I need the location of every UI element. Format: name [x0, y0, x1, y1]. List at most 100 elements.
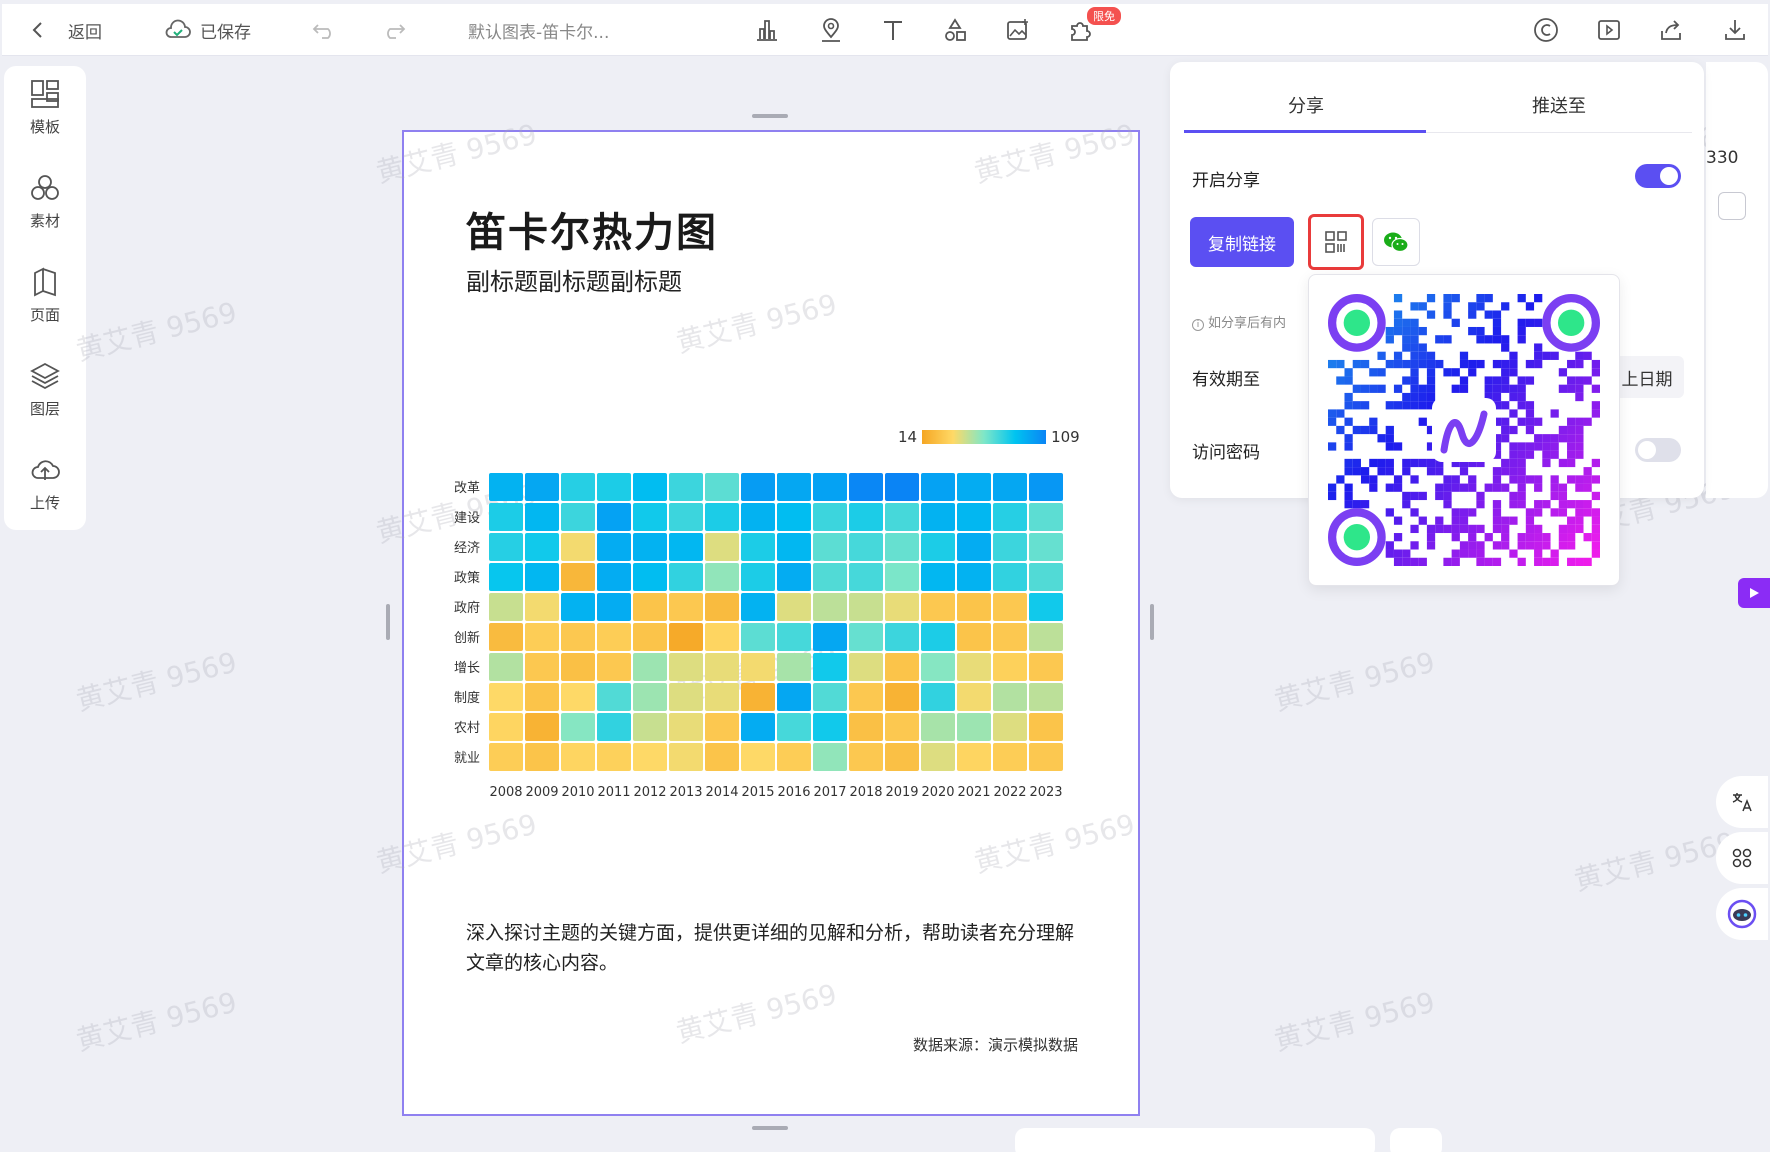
heatmap-cell[interactable] [525, 743, 559, 771]
heatmap-cell[interactable] [489, 593, 523, 621]
heatmap-cell[interactable] [561, 563, 595, 591]
heatmap-cell[interactable] [813, 713, 847, 741]
heatmap-cell[interactable] [993, 563, 1027, 591]
heatmap-cell[interactable] [993, 653, 1027, 681]
side-promo-button[interactable] [1738, 578, 1770, 608]
heatmap-cell[interactable] [993, 683, 1027, 711]
heatmap-cell[interactable] [849, 653, 883, 681]
heatmap-cell[interactable] [561, 473, 595, 501]
heatmap-cell[interactable] [813, 683, 847, 711]
heatmap-cell[interactable] [777, 593, 811, 621]
back-button[interactable]: 返回 [30, 4, 102, 56]
heatmap-cell[interactable] [597, 743, 631, 771]
heatmap-cell[interactable] [885, 743, 919, 771]
expire-date-select[interactable]: 上日期 [1610, 356, 1684, 398]
heatmap-cell[interactable] [921, 653, 955, 681]
heatmap-cell[interactable] [741, 683, 775, 711]
heatmap-cell[interactable] [957, 653, 991, 681]
heatmap-cell[interactable] [705, 683, 739, 711]
heatmap-cell[interactable] [993, 503, 1027, 531]
heatmap-cell[interactable] [669, 623, 703, 651]
heatmap-cell[interactable] [489, 503, 523, 531]
heatmap-cell[interactable] [813, 743, 847, 771]
heatmap-cell[interactable] [525, 713, 559, 741]
resize-handle-top[interactable] [752, 114, 788, 118]
heatmap-cell[interactable] [561, 623, 595, 651]
heatmap-cell[interactable] [1029, 713, 1063, 741]
heatmap-cell[interactable] [1029, 623, 1063, 651]
chart-description[interactable]: 深入探讨主题的关键方面，提供更详细的见解和分析，帮助读者充分理解文章的核心内容。 [466, 918, 1086, 978]
heatmap-cell[interactable] [561, 503, 595, 531]
qr-code-button[interactable] [1308, 214, 1364, 270]
heatmap-cell[interactable] [633, 743, 667, 771]
heatmap-cell[interactable] [561, 713, 595, 741]
heatmap-cell[interactable] [597, 713, 631, 741]
heatmap-cell[interactable] [813, 533, 847, 561]
heatmap-cell[interactable] [777, 653, 811, 681]
heatmap-cell[interactable] [1029, 563, 1063, 591]
data-source[interactable]: 数据来源：演示模拟数据 [913, 1034, 1078, 1055]
sidebar-item-template[interactable]: 模板 [4, 78, 86, 137]
heatmap-cell[interactable] [885, 713, 919, 741]
translate-button[interactable] [1716, 776, 1768, 828]
heatmap-cell[interactable] [669, 533, 703, 561]
heatmap-cell[interactable] [849, 533, 883, 561]
heatmap-cell[interactable] [633, 683, 667, 711]
heatmap-cell[interactable] [669, 653, 703, 681]
heatmap-cell[interactable] [885, 473, 919, 501]
heatmap-cell[interactable] [597, 653, 631, 681]
heatmap-cell[interactable] [741, 623, 775, 651]
heatmap-cell[interactable] [921, 473, 955, 501]
heatmap-cell[interactable] [561, 593, 595, 621]
heatmap-cell[interactable] [669, 563, 703, 591]
heatmap-cell[interactable] [741, 533, 775, 561]
heatmap-cell[interactable] [957, 593, 991, 621]
heatmap-cell[interactable] [597, 683, 631, 711]
heatmap-cell[interactable] [633, 473, 667, 501]
heatmap-cell[interactable] [849, 713, 883, 741]
image-tool-button[interactable] [1005, 4, 1031, 56]
heatmap-cell[interactable] [885, 653, 919, 681]
heatmap-cell[interactable] [561, 743, 595, 771]
heatmap-cell[interactable] [885, 533, 919, 561]
document-title[interactable]: 默认图表-笛卡尔... [468, 4, 609, 56]
heatmap-cell[interactable] [741, 473, 775, 501]
heatmap-cell[interactable] [741, 653, 775, 681]
heatmap-cell[interactable] [885, 683, 919, 711]
heatmap-cell[interactable] [1029, 593, 1063, 621]
heatmap-cell[interactable] [489, 623, 523, 651]
sidebar-item-layers[interactable]: 图层 [4, 360, 86, 419]
heatmap-cell[interactable] [741, 503, 775, 531]
heatmap-cell[interactable] [777, 713, 811, 741]
resize-handle-bottom[interactable] [752, 1126, 788, 1130]
undo-button[interactable] [312, 4, 338, 56]
chart-tool-button[interactable] [754, 4, 780, 56]
heatmap-cell[interactable] [741, 713, 775, 741]
sidebar-item-page[interactable]: 页面 [4, 266, 86, 325]
chart-title[interactable]: 笛卡尔热力图 [466, 200, 718, 258]
heatmap-cell[interactable] [921, 713, 955, 741]
password-toggle[interactable] [1635, 438, 1681, 462]
heatmap-cell[interactable] [921, 563, 955, 591]
sidebar-item-assets[interactable]: 素材 [4, 172, 86, 231]
heatmap-cell[interactable] [597, 533, 631, 561]
heatmap-cell[interactable] [993, 713, 1027, 741]
heatmap-cell[interactable] [777, 623, 811, 651]
share-button[interactable] [1658, 4, 1684, 56]
heatmap-cell[interactable] [921, 593, 955, 621]
heatmap-cell[interactable] [813, 563, 847, 591]
heatmap-cell[interactable] [669, 503, 703, 531]
canvas-page[interactable]: 黄艾青 9569 黄艾青 9569 黄艾青 9569 黄艾青 9569 黄艾青 … [373, 118, 1140, 1116]
heatmap-cell[interactable] [1029, 473, 1063, 501]
heatmap-cell[interactable] [921, 533, 955, 561]
property-checkbox[interactable] [1718, 192, 1746, 220]
heatmap-cell[interactable] [489, 683, 523, 711]
heatmap-cell[interactable] [1029, 743, 1063, 771]
text-tool-button[interactable] [880, 4, 906, 56]
heatmap-cell[interactable] [669, 593, 703, 621]
heatmap-cell[interactable] [705, 713, 739, 741]
heatmap-cell[interactable] [561, 683, 595, 711]
download-button[interactable] [1722, 4, 1748, 56]
heatmap-cell[interactable] [705, 593, 739, 621]
heatmap-cell[interactable] [885, 563, 919, 591]
